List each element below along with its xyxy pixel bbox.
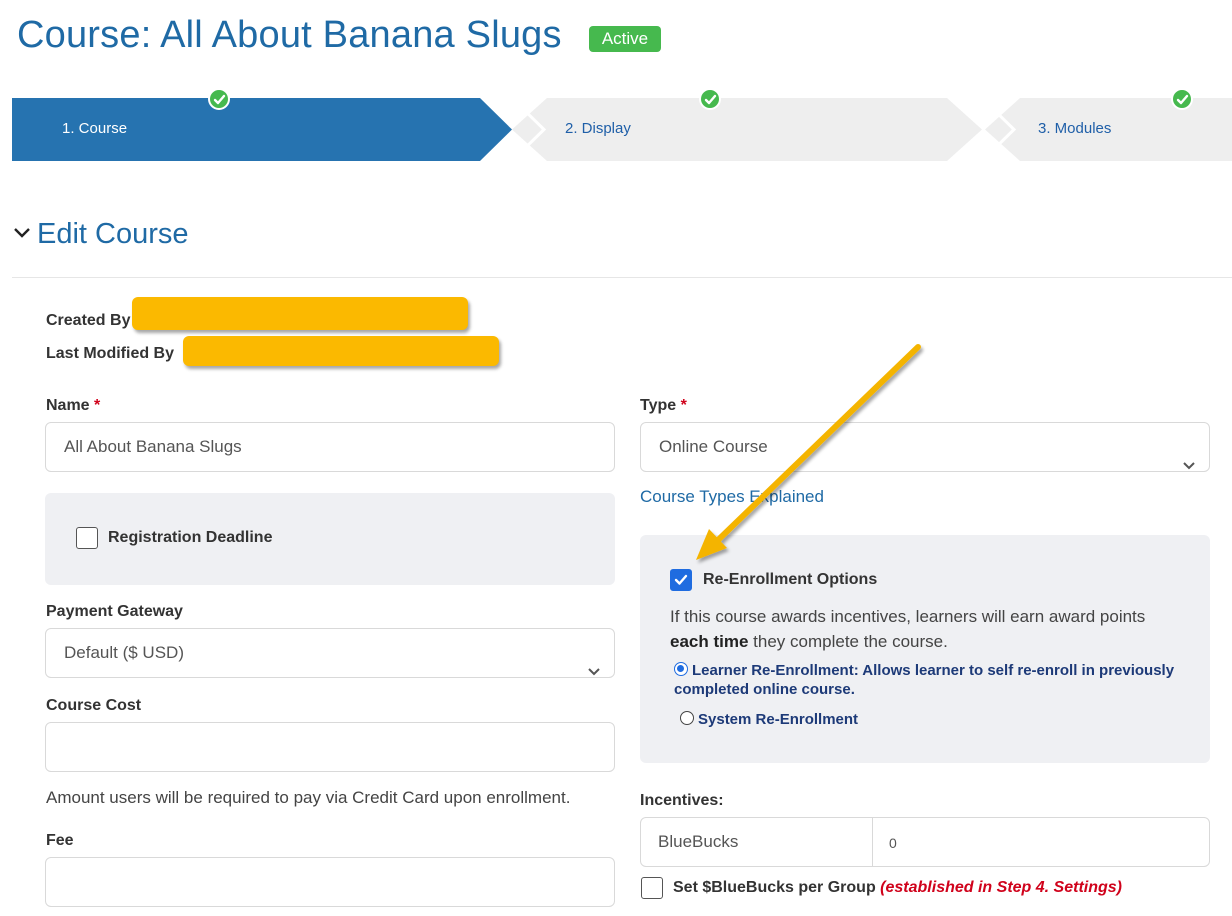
page-title: Course: All About Banana Slugs bbox=[17, 14, 562, 56]
course-cost-input[interactable] bbox=[45, 722, 615, 772]
currency-name: BlueBucks bbox=[641, 818, 873, 866]
chevron-down-icon bbox=[588, 647, 600, 695]
step-display-label: 2. Display bbox=[565, 120, 631, 137]
chevron-down-icon bbox=[1183, 441, 1195, 489]
fee-input[interactable] bbox=[45, 857, 615, 907]
course-cost-help: Amount users will be required to pay via… bbox=[46, 788, 571, 807]
reenrollment-label: Re-Enrollment Options bbox=[703, 571, 878, 588]
section-divider bbox=[12, 277, 1232, 278]
name-label: Name * bbox=[46, 397, 101, 414]
section-title: Edit Course bbox=[37, 218, 189, 250]
required-marker: * bbox=[680, 397, 687, 414]
reenrollment-checkbox[interactable] bbox=[670, 569, 692, 591]
course-cost-label: Course Cost bbox=[46, 697, 142, 714]
check-circle-icon bbox=[208, 88, 230, 110]
last-modified-label: Last Modified By bbox=[46, 345, 175, 362]
learner-reenrollment-option[interactable]: Learner Re-Enrollment: Allows learner to… bbox=[674, 661, 1194, 699]
incentive-input-group: BlueBucks 0 bbox=[640, 817, 1210, 867]
payment-gateway-value: Default ($ USD) bbox=[64, 643, 184, 662]
check-circle-icon bbox=[699, 88, 721, 110]
status-badge: Active bbox=[589, 26, 661, 52]
created-by-label: Created By bbox=[46, 312, 131, 329]
per-group-checkbox[interactable] bbox=[641, 877, 663, 899]
per-group-label: Set $BlueBucks per Group (established in… bbox=[673, 879, 1122, 896]
type-label: Type * bbox=[640, 397, 687, 414]
system-reenrollment-option[interactable]: System Re-Enrollment bbox=[680, 710, 858, 729]
radio-selected-icon[interactable] bbox=[674, 662, 688, 676]
registration-deadline-label: Registration Deadline bbox=[108, 529, 273, 546]
wizard-stepper: 1. Course 2. Display 3. Modules bbox=[12, 88, 1232, 161]
type-select-value: Online Course bbox=[659, 437, 768, 456]
payment-gateway-select[interactable]: Default ($ USD) bbox=[45, 628, 615, 678]
reenrollment-help: If this course awards incentives, learne… bbox=[670, 607, 1146, 651]
step-course[interactable]: 1. Course bbox=[12, 88, 502, 161]
checkmark-icon bbox=[674, 574, 688, 585]
required-marker: * bbox=[94, 397, 101, 414]
radio-unselected-icon[interactable] bbox=[680, 711, 694, 725]
name-input[interactable]: All About Banana Slugs bbox=[45, 422, 615, 472]
step-modules[interactable]: 3. Modules bbox=[987, 88, 1232, 161]
edit-course-toggle[interactable]: Edit Course bbox=[13, 214, 189, 251]
chevron-down-icon bbox=[13, 214, 31, 247]
step-display[interactable]: 2. Display bbox=[517, 88, 977, 161]
step-course-label: 1. Course bbox=[62, 120, 128, 137]
redaction-mark bbox=[183, 336, 499, 366]
type-select[interactable]: Online Course bbox=[640, 422, 1210, 472]
incentive-amount-input[interactable]: 0 bbox=[889, 818, 897, 868]
incentives-label: Incentives: bbox=[640, 792, 724, 809]
fee-label: Fee bbox=[46, 832, 74, 849]
course-types-link[interactable]: Course Types Explained bbox=[640, 487, 824, 507]
payment-gateway-label: Payment Gateway bbox=[46, 603, 183, 620]
registration-deadline-checkbox[interactable] bbox=[76, 527, 98, 549]
step-modules-label: 3. Modules bbox=[1038, 120, 1112, 137]
per-group-note: (established in Step 4. Settings) bbox=[880, 879, 1122, 896]
check-circle-icon bbox=[1171, 88, 1193, 110]
redaction-mark bbox=[132, 297, 468, 330]
